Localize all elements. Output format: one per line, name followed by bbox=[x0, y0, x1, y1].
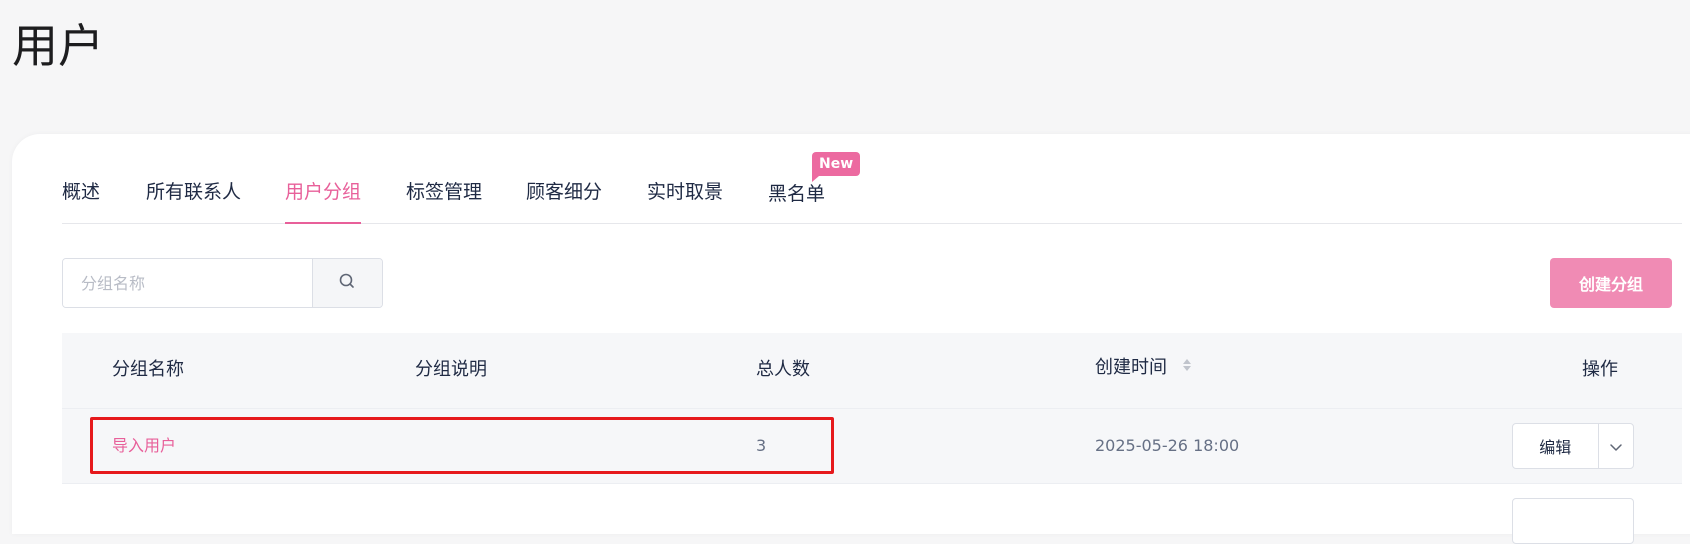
column-header-group-name: 分组名称 bbox=[112, 359, 184, 380]
row-actions: 编辑 bbox=[1512, 423, 1634, 469]
tab-tag-management[interactable]: 标签管理 bbox=[406, 179, 482, 205]
search-button[interactable] bbox=[311, 259, 382, 307]
groups-table: 分组名称 分组说明 总人数 创建时间 操作 导入用户 3 2025-05-26 … bbox=[62, 333, 1682, 544]
table-row-partial bbox=[62, 483, 1682, 544]
table-row: 导入用户 3 2025-05-26 18:00 编辑 bbox=[62, 408, 1682, 483]
group-name-link[interactable]: 导入用户 bbox=[112, 433, 176, 459]
column-header-created-at-label: 创建时间 bbox=[1095, 357, 1167, 378]
tab-blacklist[interactable]: 黑名单 bbox=[768, 181, 825, 207]
page-title: 用户 bbox=[12, 19, 104, 73]
search-icon bbox=[338, 272, 356, 294]
column-header-total: 总人数 bbox=[756, 359, 810, 380]
chevron-down-icon bbox=[1609, 437, 1623, 456]
highlight-box bbox=[90, 417, 834, 474]
search-group bbox=[62, 258, 383, 308]
row-actions-partial[interactable] bbox=[1512, 498, 1634, 544]
group-total-cell: 3 bbox=[756, 436, 767, 455]
tab-user-groups[interactable]: 用户分组 bbox=[285, 179, 362, 224]
sort-icon[interactable] bbox=[1181, 355, 1193, 381]
column-header-created-at[interactable]: 创建时间 bbox=[1095, 355, 1193, 381]
content-card: 概述 所有联系人 用户分组 标签管理 顾客细分 实时取景 黑名单 New 创建分… bbox=[12, 134, 1690, 544]
tab-all-contacts[interactable]: 所有联系人 bbox=[146, 179, 241, 205]
group-name-search-input[interactable] bbox=[63, 259, 312, 307]
tab-bar: 概述 所有联系人 用户分组 标签管理 顾客细分 实时取景 黑名单 bbox=[62, 134, 1682, 224]
column-header-actions: 操作 bbox=[1582, 359, 1618, 380]
table-header: 分组名称 分组说明 总人数 创建时间 操作 bbox=[62, 333, 1682, 408]
tab-overview[interactable]: 概述 bbox=[62, 179, 100, 205]
tab-customer-segments[interactable]: 顾客细分 bbox=[526, 179, 602, 205]
column-header-description: 分组说明 bbox=[415, 359, 487, 380]
group-created-at-cell: 2025-05-26 18:00 bbox=[1095, 436, 1240, 455]
create-group-button[interactable]: 创建分组 bbox=[1550, 258, 1672, 308]
new-badge: New bbox=[812, 152, 861, 182]
tab-live-view[interactable]: 实时取景 bbox=[647, 179, 723, 205]
edit-button[interactable]: 编辑 bbox=[1513, 424, 1598, 468]
more-actions-button[interactable] bbox=[1597, 424, 1633, 468]
